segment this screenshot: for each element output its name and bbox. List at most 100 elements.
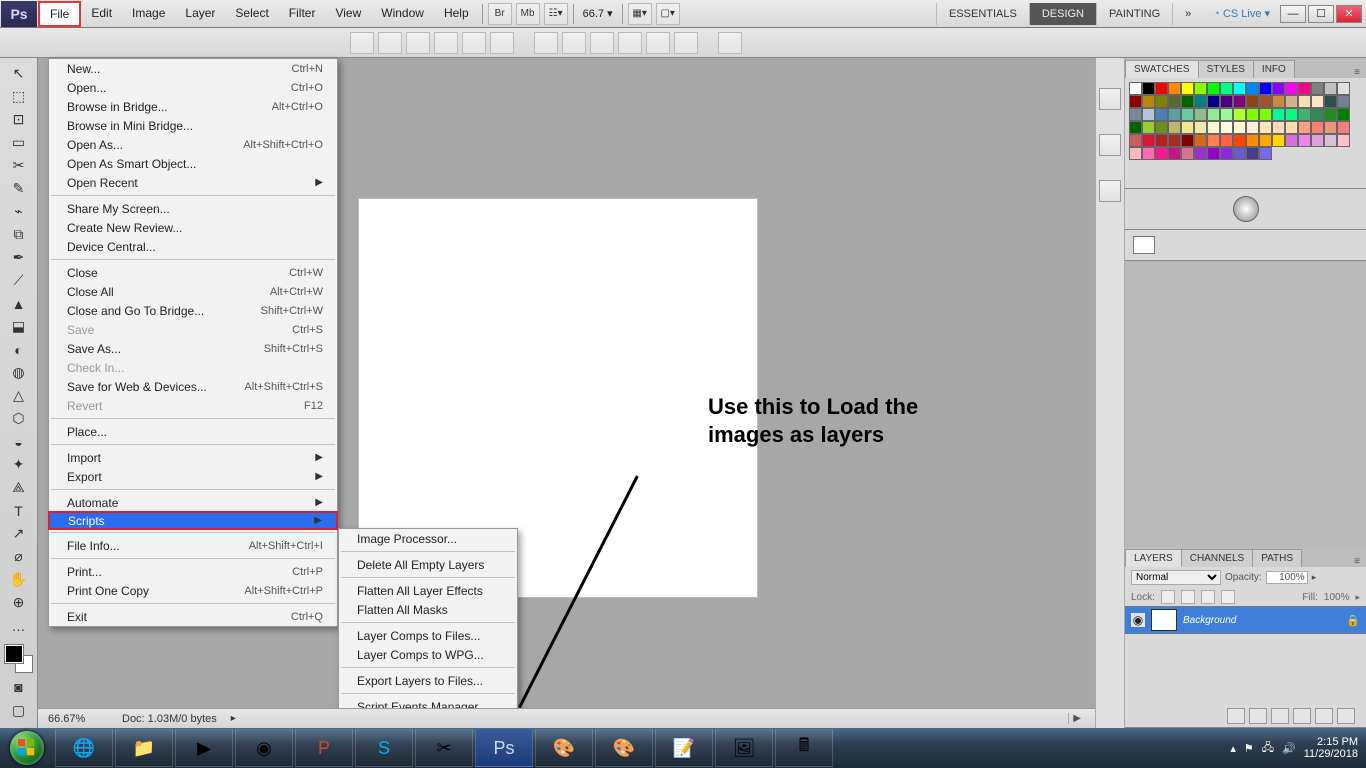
menu-view[interactable]: View — [325, 2, 371, 26]
swatch[interactable] — [1246, 108, 1259, 121]
view-extras-button[interactable]: ☷▾ — [544, 3, 568, 25]
tool-icon[interactable]: ⊡ — [4, 108, 34, 131]
distribute-icon[interactable] — [590, 32, 614, 54]
menu-item-image-processor[interactable]: Image Processor... — [339, 529, 517, 548]
swatch[interactable] — [1207, 121, 1220, 134]
cs-live-button[interactable]: ◔CS Live ▾ — [1213, 7, 1270, 20]
workspace-design[interactable]: DESIGN — [1029, 3, 1096, 25]
tool-icon[interactable]: ↖ — [4, 62, 34, 85]
swatch[interactable] — [1194, 108, 1207, 121]
swatch[interactable] — [1246, 147, 1259, 160]
swatch[interactable] — [1129, 108, 1142, 121]
swatch[interactable] — [1246, 121, 1259, 134]
swatch[interactable] — [1337, 95, 1350, 108]
menu-item-place[interactable]: Place... — [49, 422, 337, 441]
mask-thumb-icon[interactable] — [1133, 236, 1155, 254]
align-icon[interactable] — [406, 32, 430, 54]
tool-icon[interactable]: ⬡ — [4, 407, 34, 430]
swatch[interactable] — [1129, 121, 1142, 134]
layer-style-icon[interactable] — [1249, 708, 1267, 724]
swatch[interactable] — [1233, 134, 1246, 147]
swatch[interactable] — [1311, 121, 1324, 134]
panel-menu-icon[interactable]: ≡ — [1348, 67, 1366, 78]
swatch[interactable] — [1324, 108, 1337, 121]
swatch[interactable] — [1207, 134, 1220, 147]
delete-layer-icon[interactable] — [1337, 708, 1355, 724]
tool-icon[interactable]: … — [4, 614, 34, 637]
distribute-icon[interactable] — [674, 32, 698, 54]
menu-item-create-new-review[interactable]: Create New Review... — [49, 218, 337, 237]
swatch[interactable] — [1220, 121, 1233, 134]
swatch[interactable] — [1285, 95, 1298, 108]
close-button[interactable]: ✕ — [1336, 5, 1362, 23]
swatch[interactable] — [1220, 95, 1233, 108]
lock-all-icon[interactable] — [1221, 590, 1235, 604]
taskbar-powerpoint-icon[interactable]: P — [295, 729, 353, 767]
tab-layers[interactable]: LAYERS — [1125, 549, 1182, 567]
start-button[interactable] — [0, 728, 54, 768]
new-group-icon[interactable] — [1293, 708, 1311, 724]
swatch[interactable] — [1285, 108, 1298, 121]
workspace-more[interactable]: » — [1172, 3, 1203, 25]
menu-item-device-central[interactable]: Device Central... — [49, 237, 337, 256]
menu-item-automate[interactable]: Automate▶ — [49, 493, 337, 512]
tool-icon[interactable]: ◍ — [4, 361, 34, 384]
swatch[interactable] — [1155, 82, 1168, 95]
menu-image[interactable]: Image — [122, 2, 175, 26]
swatch[interactable] — [1194, 147, 1207, 160]
swatch[interactable] — [1181, 134, 1194, 147]
menu-layer[interactable]: Layer — [175, 2, 225, 26]
tool-icon[interactable]: ▲ — [4, 292, 34, 315]
tab-swatches[interactable]: SWATCHES — [1125, 60, 1199, 78]
swatch[interactable] — [1155, 95, 1168, 108]
tool-icon[interactable]: ▭ — [4, 131, 34, 154]
lock-pixels-icon[interactable] — [1181, 590, 1195, 604]
tool-icon[interactable]: ✦ — [4, 453, 34, 476]
panel-menu-icon[interactable]: ≡ — [1348, 556, 1366, 567]
swatch[interactable] — [1142, 108, 1155, 121]
character-icon[interactable] — [1099, 180, 1121, 202]
bridge-button[interactable]: Br — [488, 3, 512, 25]
scroll-right-icon[interactable]: ▶ — [1068, 713, 1085, 724]
status-zoom[interactable]: 66.67% — [48, 713, 108, 725]
swatch[interactable] — [1181, 95, 1194, 108]
align-icon[interactable] — [462, 32, 486, 54]
taskbar-explorer-icon[interactable]: 📁 — [115, 729, 173, 767]
tool-icon[interactable]: ✋ — [4, 568, 34, 591]
tool-icon[interactable]: T — [4, 499, 34, 522]
align-icon[interactable] — [490, 32, 514, 54]
tool-icon[interactable]: ⬓ — [4, 315, 34, 338]
swatch[interactable] — [1168, 134, 1181, 147]
distribute-icon[interactable] — [618, 32, 642, 54]
swatch[interactable] — [1168, 147, 1181, 160]
tool-icon[interactable]: ⊕ — [4, 591, 34, 614]
swatch[interactable] — [1233, 108, 1246, 121]
swatch[interactable] — [1155, 147, 1168, 160]
layer-mask-icon[interactable] — [1271, 708, 1289, 724]
swatch[interactable] — [1259, 147, 1272, 160]
taskbar-sticky-icon[interactable]: 📝 — [655, 729, 713, 767]
quick-mask-icon[interactable]: ◙ — [4, 675, 34, 698]
menu-item-layer-comps-to-files[interactable]: Layer Comps to Files... — [339, 626, 517, 645]
workspace-essentials[interactable]: ESSENTIALS — [936, 3, 1029, 25]
taskbar-photoshop-icon[interactable]: Ps — [475, 729, 533, 767]
swatch[interactable] — [1129, 82, 1142, 95]
menu-item-close-and-go-to-bridge[interactable]: Close and Go To Bridge...Shift+Ctrl+W — [49, 301, 337, 320]
menu-item-save-for-web-devices[interactable]: Save for Web & Devices...Alt+Shift+Ctrl+… — [49, 377, 337, 396]
tool-icon[interactable]: ⟋ — [4, 269, 34, 292]
menu-edit[interactable]: Edit — [81, 2, 122, 26]
tab-styles[interactable]: STYLES — [1198, 60, 1254, 78]
adjustment-icon[interactable] — [1233, 196, 1259, 222]
swatch[interactable] — [1220, 134, 1233, 147]
swatches-grid[interactable] — [1125, 78, 1366, 188]
swatch[interactable] — [1207, 82, 1220, 95]
swatch[interactable] — [1298, 95, 1311, 108]
tray-network-icon[interactable]: 🖧 — [1262, 739, 1274, 758]
swatch[interactable] — [1129, 134, 1142, 147]
swatch[interactable] — [1168, 95, 1181, 108]
minibridge-button[interactable]: Mb — [516, 3, 540, 25]
menu-item-new[interactable]: New...Ctrl+N — [49, 59, 337, 78]
swatch[interactable] — [1337, 108, 1350, 121]
swatch[interactable] — [1298, 108, 1311, 121]
swatch[interactable] — [1337, 134, 1350, 147]
